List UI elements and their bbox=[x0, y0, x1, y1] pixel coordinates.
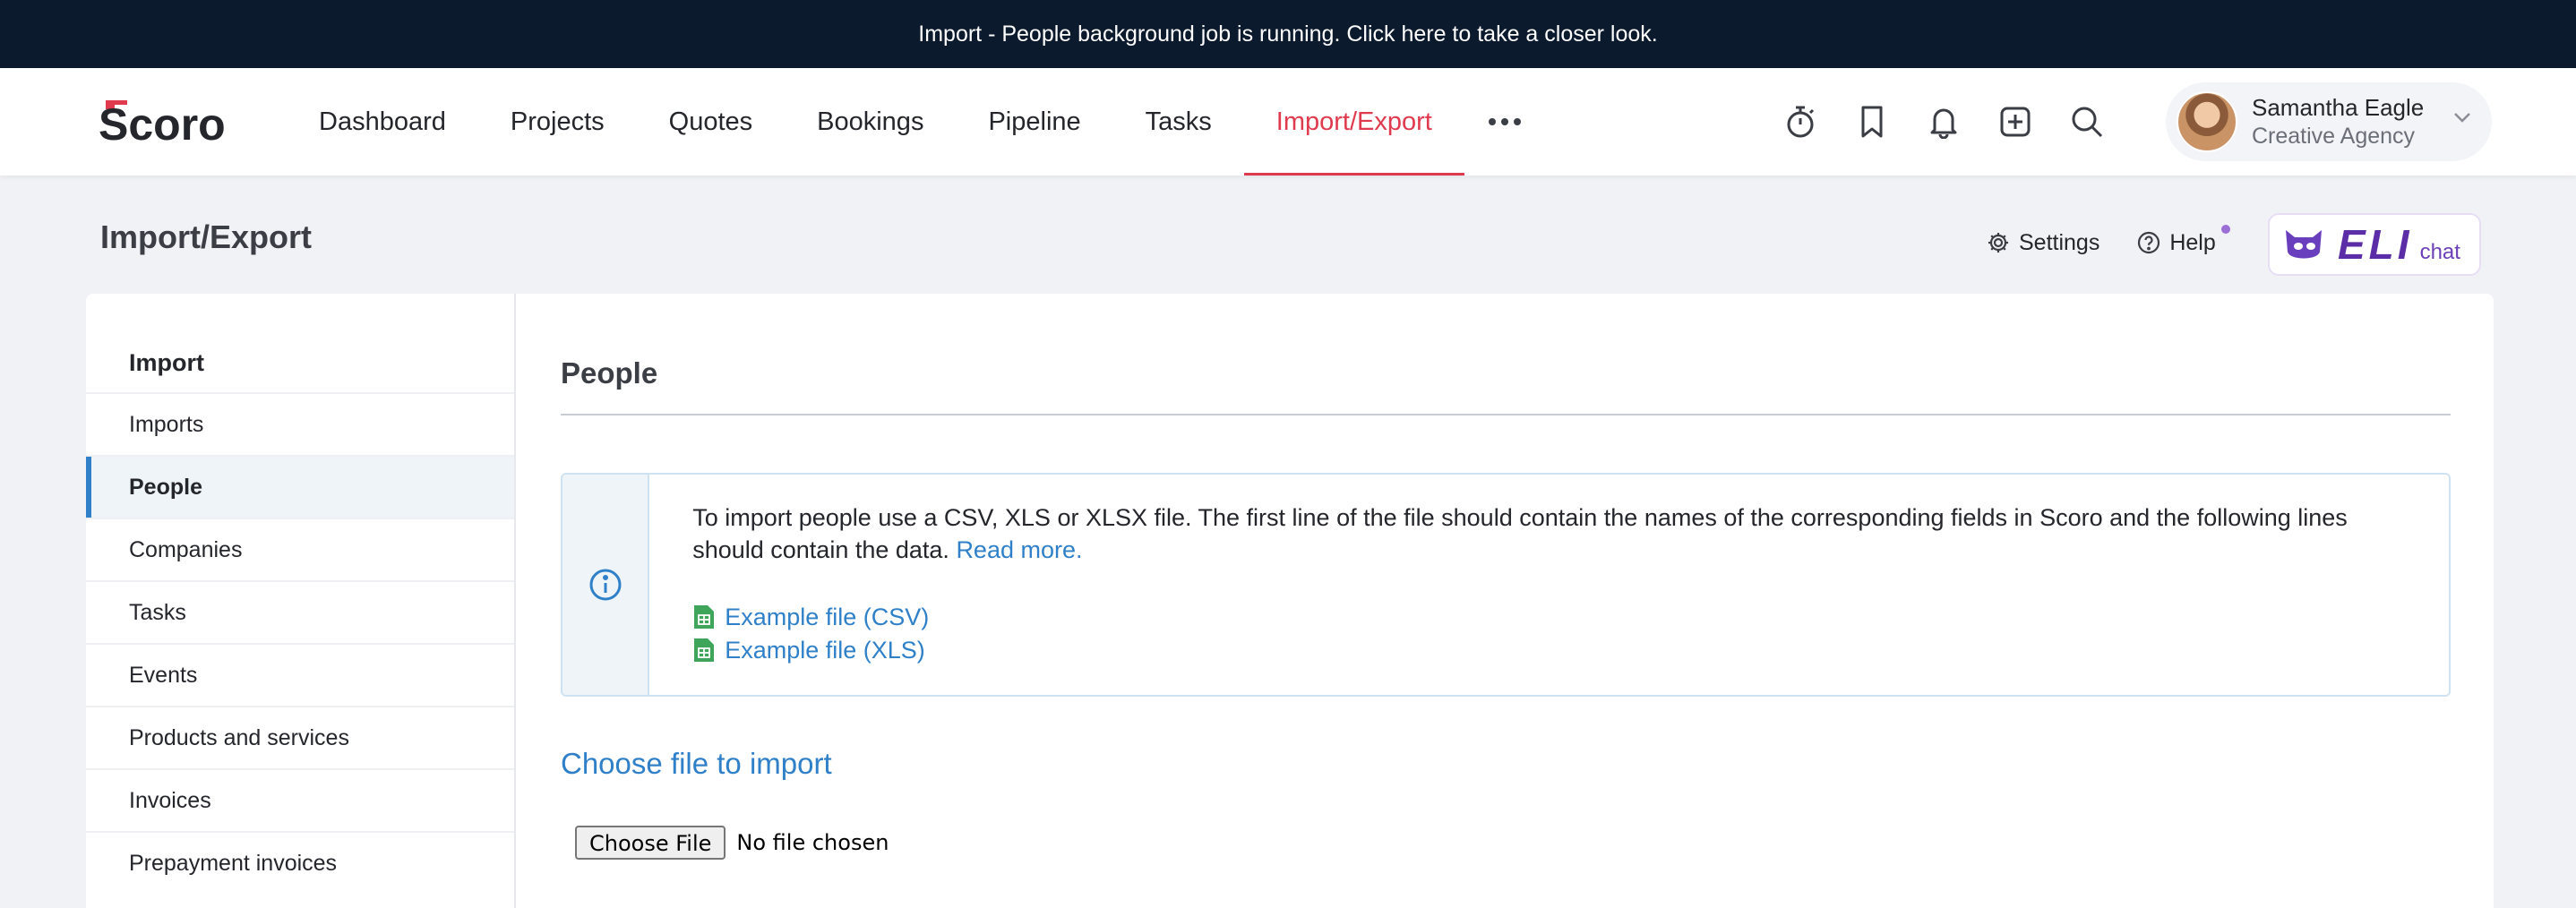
banner-text: Import - People background job is runnin… bbox=[918, 21, 1658, 47]
help-button[interactable]: Help bbox=[2137, 224, 2230, 256]
sidebar-item-invoices[interactable]: Invoices bbox=[86, 768, 514, 831]
info-text: To import people use a CSV, XLS or XLSX … bbox=[692, 504, 2348, 564]
top-header: Scoro Dashboard Projects Quotes Bookings… bbox=[0, 68, 2576, 176]
user-company: Creative Agency bbox=[2252, 123, 2416, 149]
user-menu[interactable]: Samantha Eagle Creative Agency bbox=[2166, 82, 2492, 161]
example-file-xls[interactable]: Example file (XLS) bbox=[692, 634, 2406, 667]
settings-button[interactable]: Settings bbox=[1987, 230, 2099, 256]
nav-dashboard[interactable]: Dashboard bbox=[287, 68, 478, 176]
info-body: To import people use a CSV, XLS or XLSX … bbox=[649, 475, 2449, 695]
nav-label: Pipeline bbox=[988, 107, 1081, 136]
nav-label: Quotes bbox=[668, 107, 753, 136]
choose-file-button[interactable]: Choose File bbox=[575, 826, 726, 860]
read-more-link[interactable]: Read more. bbox=[956, 536, 1082, 563]
bell-icon[interactable] bbox=[1926, 104, 1962, 140]
import-sidebar: Import Imports People Companies Tasks Ev… bbox=[86, 294, 516, 908]
user-info: Samantha Eagle Creative Agency bbox=[2252, 93, 2424, 150]
nav-import-export[interactable]: Import/Export bbox=[1243, 68, 1464, 176]
nav-bookings[interactable]: Bookings bbox=[785, 68, 956, 176]
nav-label: Dashboard bbox=[319, 107, 446, 136]
divider bbox=[561, 414, 2451, 415]
info-paragraph: To import people use a CSV, XLS or XLSX … bbox=[692, 501, 2406, 567]
sidebar-heading: Import bbox=[129, 349, 204, 376]
sidebar-item-label: Imports bbox=[129, 411, 204, 437]
background-job-banner[interactable]: Import - People background job is runnin… bbox=[0, 0, 2576, 68]
sidebar-item-people[interactable]: People bbox=[86, 455, 514, 518]
sidebar-item-label: Prepayment invoices bbox=[129, 850, 338, 876]
sidebar-item-label: Events bbox=[129, 662, 198, 688]
stopwatch-icon[interactable] bbox=[1782, 104, 1818, 140]
more-icon[interactable] bbox=[1464, 68, 1545, 176]
chevron-down-icon bbox=[2452, 111, 2472, 128]
bookmark-icon[interactable] bbox=[1854, 104, 1890, 140]
nav-pipeline[interactable]: Pipeline bbox=[956, 68, 1112, 176]
info-box: To import people use a CSV, XLS or XLSX … bbox=[561, 473, 2451, 697]
svg-text:Scoro: Scoro bbox=[99, 99, 226, 147]
sidebar-item-tasks[interactable]: Tasks bbox=[86, 580, 514, 643]
nav-quotes[interactable]: Quotes bbox=[637, 68, 786, 176]
sidebar-item-label: People bbox=[129, 474, 202, 500]
sidebar-item-imports[interactable]: Imports bbox=[86, 392, 514, 455]
sidebar-item-label: Invoices bbox=[129, 787, 211, 813]
section-title: People bbox=[561, 356, 658, 390]
sidebar-item-events[interactable]: Events bbox=[86, 643, 514, 706]
spreadsheet-icon bbox=[694, 605, 715, 630]
help-icon bbox=[2138, 231, 2160, 254]
avatar bbox=[2177, 91, 2237, 152]
header-icon-group bbox=[1782, 68, 2105, 176]
search-icon[interactable] bbox=[2069, 104, 2105, 140]
nav-label: Bookings bbox=[817, 107, 924, 136]
file-status: No file chosen bbox=[736, 830, 889, 855]
sidebar-item-companies[interactable]: Companies bbox=[86, 518, 514, 580]
info-icon bbox=[589, 569, 622, 601]
example-file-label: Example file (CSV) bbox=[725, 604, 930, 631]
main-nav: Dashboard Projects Quotes Bookings Pipel… bbox=[287, 68, 1545, 176]
sidebar-item-prepayment-invoices[interactable]: Prepayment invoices bbox=[86, 831, 514, 894]
example-file-csv[interactable]: Example file (CSV) bbox=[692, 601, 2406, 634]
main-card: Import Imports People Companies Tasks Ev… bbox=[86, 294, 2494, 908]
file-input: Choose File No file chosen bbox=[575, 826, 889, 860]
nav-tasks[interactable]: Tasks bbox=[1113, 68, 1244, 176]
example-files: Example file (CSV) Example file (XLS) bbox=[692, 601, 2406, 667]
nav-label: Import/Export bbox=[1275, 107, 1432, 136]
nav-label: Tasks bbox=[1145, 107, 1212, 136]
page-actions: Settings Help bbox=[1987, 211, 2230, 274]
info-icon-column bbox=[562, 475, 650, 695]
nav-projects[interactable]: Projects bbox=[478, 68, 637, 176]
add-icon[interactable] bbox=[1997, 104, 2033, 140]
gear-icon bbox=[1988, 233, 2008, 253]
eli-mascot-icon bbox=[2286, 230, 2322, 259]
help-label: Help bbox=[2169, 229, 2216, 255]
sidebar-item-label: Companies bbox=[129, 536, 243, 562]
sidebar-list: Imports People Companies Tasks Events Pr… bbox=[86, 392, 514, 894]
spreadsheet-icon bbox=[694, 638, 715, 663]
eli-chat-button[interactable]: ELI chat bbox=[2268, 213, 2481, 276]
scoro-logo[interactable]: Scoro bbox=[99, 97, 245, 147]
choose-file-heading: Choose file to import bbox=[561, 747, 832, 780]
settings-label: Settings bbox=[2019, 229, 2100, 255]
page-title: Import/Export bbox=[100, 218, 313, 255]
eli-brand: ELI bbox=[2338, 221, 2413, 268]
nav-label: Projects bbox=[510, 107, 605, 136]
notification-dot bbox=[2220, 224, 2230, 234]
sidebar-item-label: Tasks bbox=[129, 599, 186, 625]
sidebar-item-products-services[interactable]: Products and services bbox=[86, 706, 514, 768]
user-name: Samantha Eagle bbox=[2252, 94, 2425, 122]
example-file-label: Example file (XLS) bbox=[725, 637, 925, 664]
eli-sub: chat bbox=[2419, 240, 2460, 264]
sidebar-item-label: Products and services bbox=[129, 724, 349, 750]
